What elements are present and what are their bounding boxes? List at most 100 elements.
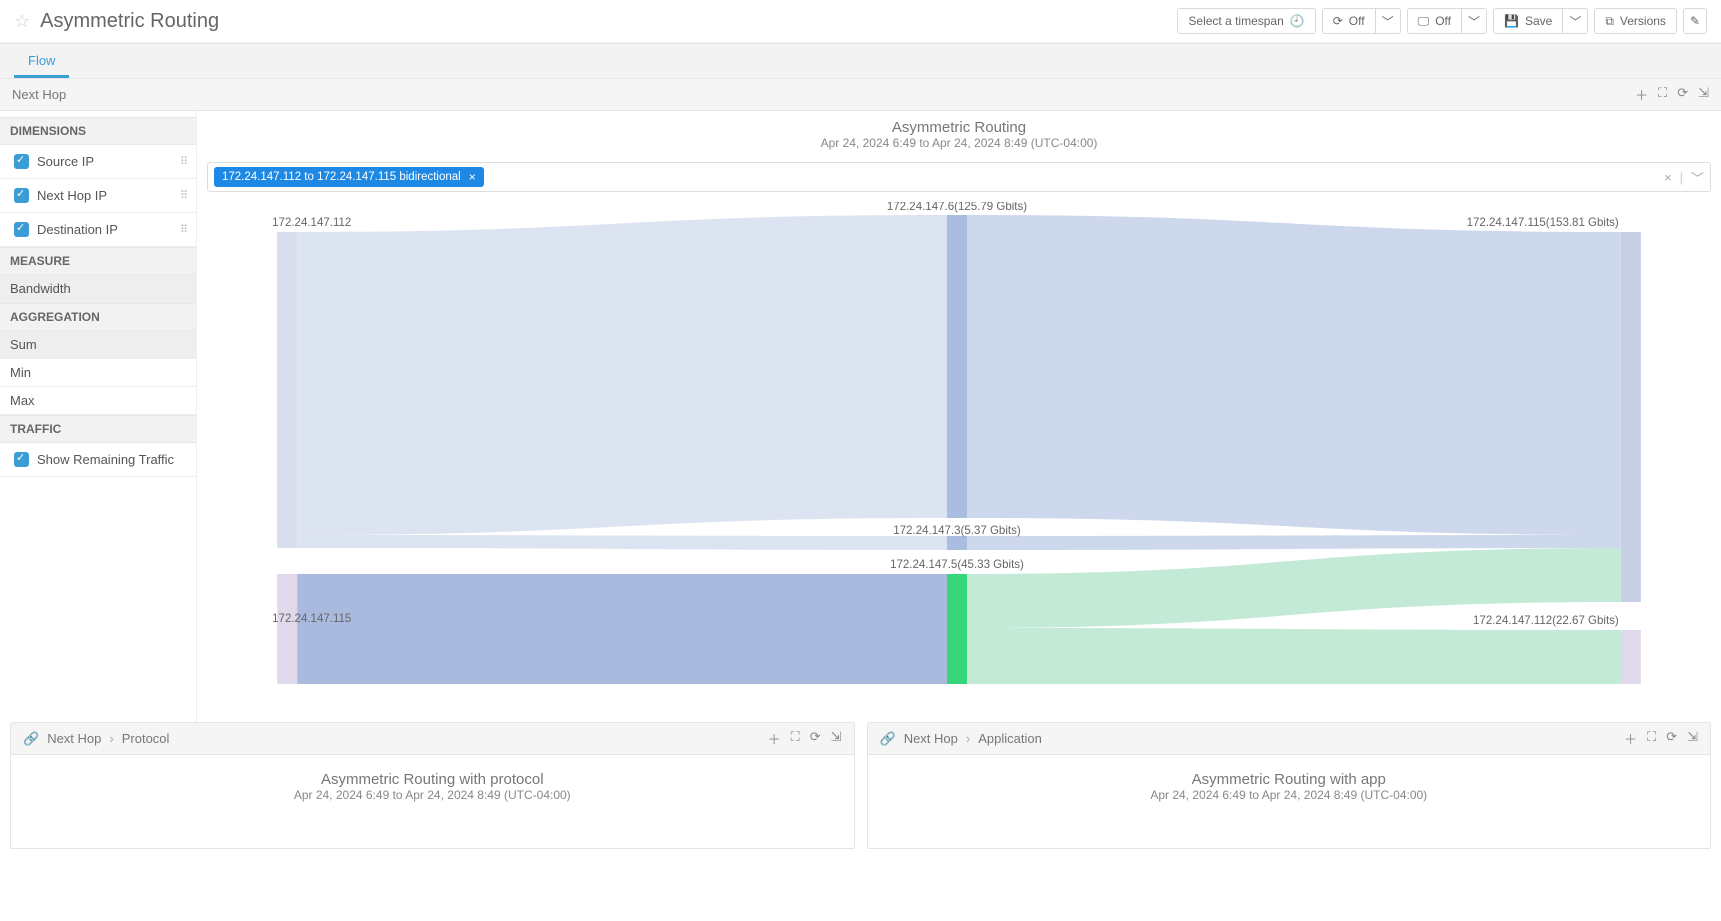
breadcrumb-part[interactable]: Next Hop — [904, 731, 958, 746]
filter-expand-icon[interactable]: ﹀ — [1691, 168, 1704, 187]
refresh-icon[interactable]: ⟳ — [1666, 729, 1677, 748]
export-icon[interactable]: ⇲ — [831, 729, 842, 748]
dimension-next-hop-ip[interactable]: Next Hop IP ⠿ — [0, 179, 196, 213]
chart-content: Asymmetric Routing Apr 24, 2024 6:49 to … — [196, 111, 1721, 722]
sankey-chart[interactable]: 172.24.147.112 172.24.147.115 172.24.147… — [217, 202, 1701, 702]
auto-refresh-1-dropdown[interactable]: ﹀ — [1376, 8, 1401, 34]
sankey-link[interactable] — [967, 215, 1621, 535]
dimension-label: Source IP — [37, 154, 94, 169]
agg-label: Min — [10, 365, 31, 380]
refresh-icon[interactable]: ⟳ — [1677, 85, 1688, 104]
sankey-link[interactable] — [967, 535, 1621, 550]
aggregation-header: AGGREGATION — [0, 303, 196, 331]
breadcrumb-part[interactable]: Next Hop — [47, 731, 101, 746]
filter-bar[interactable]: 172.24.147.112 to 172.24.147.115 bidirec… — [207, 162, 1711, 192]
versions-label: Versions — [1620, 14, 1666, 28]
main-panel-header: Next Hop ＋ ⛶ ⟳ ⇲ — [0, 79, 1721, 111]
select-timespan-button[interactable]: Select a timespan 🕘 — [1177, 8, 1315, 34]
auto-refresh-2-button[interactable]: 🖵 Off — [1407, 8, 1462, 34]
sankey-link[interactable] — [297, 215, 947, 535]
dimension-destination-ip-checkbox[interactable] — [14, 222, 29, 237]
refresh2-state: Off — [1435, 14, 1451, 28]
save-label: Save — [1525, 14, 1552, 28]
edit-icon: ✎ — [1690, 14, 1700, 28]
favorite-star-icon[interactable]: ☆ — [14, 11, 30, 32]
breadcrumb-part[interactable]: Application — [978, 731, 1042, 746]
filter-chip-remove-icon[interactable]: × — [469, 170, 476, 184]
export-icon[interactable]: ⇲ — [1687, 729, 1698, 748]
sankey-node-src-115[interactable] — [277, 574, 297, 684]
sankey-label: 172.24.147.3(5.37 Gbits) — [893, 525, 1021, 537]
chevron-down-icon: ﹀ — [1382, 13, 1394, 30]
tab-flow[interactable]: Flow — [14, 44, 69, 78]
chevron-right-icon: › — [109, 731, 113, 746]
traffic-label: Show Remaining Traffic — [37, 452, 174, 467]
mini-chart-subtitle: Apr 24, 2024 6:49 to Apr 24, 2024 8:49 (… — [11, 788, 854, 808]
add-icon[interactable]: ＋ — [768, 729, 781, 748]
mini-panel-protocol: 🔗 Next Hop › Protocol ＋ ⛶ ⟳ ⇲ Asymmetric… — [10, 722, 855, 849]
sankey-node-hop-6[interactable] — [947, 215, 967, 518]
sankey-link[interactable] — [297, 574, 947, 684]
sankey-node-src-112[interactable] — [277, 232, 297, 548]
panel-actions: ＋ ⛶ ⟳ ⇲ — [1635, 85, 1709, 104]
dimension-source-ip-checkbox[interactable] — [14, 154, 29, 169]
versions-icon: ⧉ — [1605, 14, 1614, 29]
sankey-link[interactable] — [967, 628, 1621, 684]
aggregation-min[interactable]: Min — [0, 359, 196, 387]
mini-chart-title: Asymmetric Routing with protocol — [11, 763, 854, 788]
drag-handle-icon[interactable]: ⠿ — [180, 155, 186, 168]
sankey-node-hop-3[interactable] — [947, 536, 967, 550]
sankey-label: 172.24.147.115 — [272, 613, 351, 625]
dimension-source-ip[interactable]: Source IP ⠿ — [0, 145, 196, 179]
breadcrumb-part[interactable]: Protocol — [122, 731, 170, 746]
auto-refresh-2-dropdown[interactable]: ﹀ — [1462, 8, 1487, 34]
clear-filters-icon[interactable]: × — [1664, 170, 1672, 185]
page-title: Asymmetric Routing — [40, 10, 219, 33]
dimension-destination-ip[interactable]: Destination IP ⠿ — [0, 213, 196, 247]
clock-icon: 🕘 — [1290, 14, 1305, 28]
dimensions-header: DIMENSIONS — [0, 117, 196, 145]
timespan-label: Select a timespan — [1188, 14, 1283, 28]
header-actions: Select a timespan 🕘 ⟳ Off ﹀ 🖵 Off ﹀ 💾 Sa… — [1177, 8, 1707, 34]
sankey-node-dst-115[interactable] — [1621, 232, 1641, 602]
measure-bandwidth[interactable]: Bandwidth — [0, 275, 196, 303]
fullscreen-icon[interactable]: ⛶ — [791, 729, 800, 748]
aggregation-sum[interactable]: Sum — [0, 331, 196, 359]
traffic-show-remaining[interactable]: Show Remaining Traffic — [0, 443, 196, 477]
save-button[interactable]: 💾 Save — [1493, 8, 1563, 34]
mini-chart-subtitle: Apr 24, 2024 6:49 to Apr 24, 2024 8:49 (… — [868, 788, 1711, 808]
page-header: ☆ Asymmetric Routing Select a timespan 🕘… — [0, 0, 1721, 43]
link-icon[interactable]: 🔗 — [23, 731, 39, 747]
add-icon[interactable]: ＋ — [1624, 729, 1637, 748]
chevron-right-icon: › — [966, 731, 970, 746]
fullscreen-icon[interactable]: ⛶ — [1647, 729, 1656, 748]
versions-button[interactable]: ⧉ Versions — [1594, 8, 1677, 34]
auto-refresh-1-button[interactable]: ⟳ Off — [1322, 8, 1376, 34]
export-icon[interactable]: ⇲ — [1698, 85, 1709, 104]
show-remaining-checkbox[interactable] — [14, 452, 29, 467]
dimension-next-hop-ip-checkbox[interactable] — [14, 188, 29, 203]
breadcrumb: Next Hop — [12, 87, 66, 102]
sankey-node-dst-112[interactable] — [1621, 630, 1641, 684]
add-icon[interactable]: ＋ — [1635, 85, 1648, 104]
aggregation-max[interactable]: Max — [0, 387, 196, 415]
query-sidebar: DIMENSIONS Source IP ⠿ Next Hop IP ⠿ Des… — [0, 111, 196, 722]
save-dropdown[interactable]: ﹀ — [1563, 8, 1588, 34]
fullscreen-icon[interactable]: ⛶ — [1658, 85, 1667, 104]
refresh1-state: Off — [1349, 14, 1365, 28]
agg-label: Max — [10, 393, 35, 408]
filter-chip[interactable]: 172.24.147.112 to 172.24.147.115 bidirec… — [214, 167, 484, 187]
sankey-link[interactable] — [297, 535, 947, 550]
measure-header: MEASURE — [0, 247, 196, 275]
refresh-icon[interactable]: ⟳ — [810, 729, 821, 748]
traffic-header: TRAFFIC — [0, 415, 196, 443]
link-icon[interactable]: 🔗 — [880, 731, 896, 747]
chart-title: Asymmetric Routing — [197, 111, 1721, 136]
drag-handle-icon[interactable]: ⠿ — [180, 223, 186, 236]
sankey-label: 172.24.147.5(45.33 Gbits) — [890, 559, 1024, 571]
edit-button[interactable]: ✎ — [1683, 8, 1707, 34]
dimension-label: Destination IP — [37, 222, 118, 237]
monitor-icon: 🖵 — [1418, 14, 1430, 29]
drag-handle-icon[interactable]: ⠿ — [180, 189, 186, 202]
sankey-node-hop-5[interactable] — [947, 574, 967, 684]
